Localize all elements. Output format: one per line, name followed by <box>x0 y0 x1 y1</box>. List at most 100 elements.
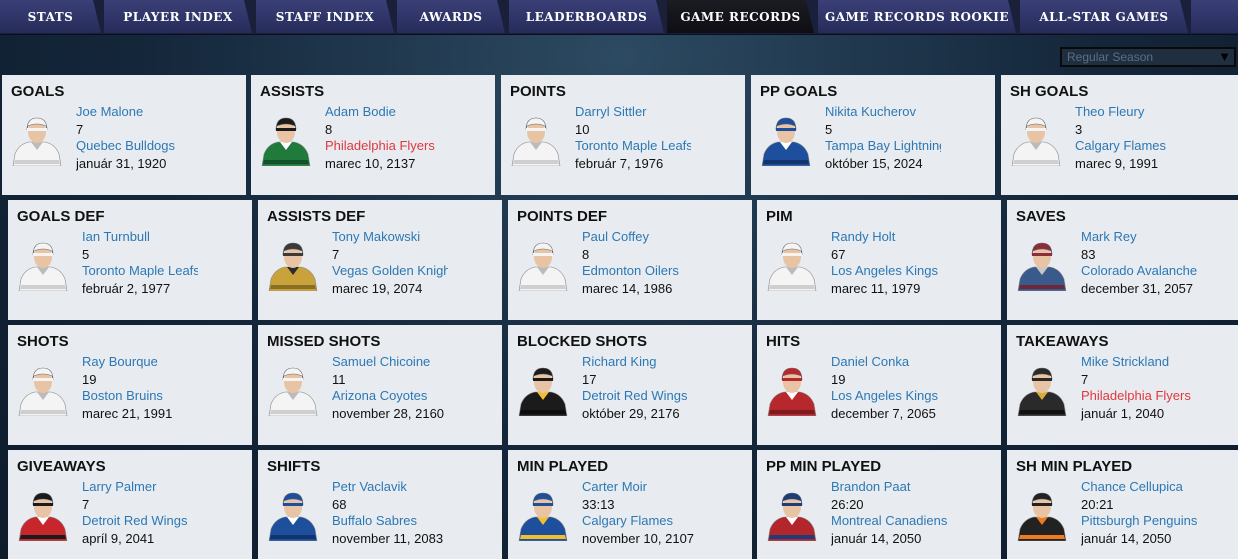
player-avatar-icon <box>1014 235 1070 292</box>
record-card: BLOCKED SHOTS Richard King 17 Detroit Re… <box>508 325 752 445</box>
record-date: január 1, 2040 <box>1081 406 1165 421</box>
record-title: TAKEAWAYS <box>1016 333 1109 350</box>
team-name-link[interactable]: Toronto Maple Leafs <box>82 263 198 278</box>
player-name-link[interactable]: Brandon Paat <box>831 479 947 494</box>
player-name-link[interactable]: Daniel Conka <box>831 354 947 369</box>
season-select-value: Regular Season <box>1067 50 1154 64</box>
record-title: SAVES <box>1016 208 1066 225</box>
tab-leaderboards[interactable]: LEADERBOARDS <box>509 0 664 33</box>
team-name-link[interactable]: Tampa Bay Lightning <box>825 138 941 153</box>
player-name-link[interactable]: Tony Makowski <box>332 229 448 244</box>
team-name-link[interactable]: Colorado Avalanche <box>1081 263 1197 278</box>
team-name-link[interactable]: Toronto Maple Leafs <box>575 138 691 153</box>
player-name-link[interactable]: Paul Coffey <box>582 229 698 244</box>
player-avatar-icon <box>515 360 571 417</box>
record-value: 20:21 <box>1081 497 1114 512</box>
player-name-link[interactable]: Ray Bourque <box>82 354 198 369</box>
record-card: GOALS Joe Malone 7 Quebec Bulldogs januá… <box>2 75 246 195</box>
season-select[interactable]: Regular Season ▼ <box>1060 47 1236 67</box>
player-name-link[interactable]: Larry Palmer <box>82 479 198 494</box>
player-name-link[interactable]: Carter Moir <box>582 479 698 494</box>
player-avatar-icon <box>15 485 71 542</box>
player-name-link[interactable]: Theo Fleury <box>1075 104 1191 119</box>
record-date: marec 21, 1991 <box>82 406 173 421</box>
record-date: október 29, 2176 <box>582 406 680 421</box>
player-name-link[interactable]: Petr Vaclavik <box>332 479 448 494</box>
player-avatar-icon <box>265 235 321 292</box>
player-avatar-icon <box>764 235 820 292</box>
tab-player-index[interactable]: PLAYER INDEX <box>104 0 252 33</box>
player-name-link[interactable]: Richard King <box>582 354 698 369</box>
record-title: MIN PLAYED <box>517 458 609 475</box>
player-name-link[interactable]: Samuel Chicoine <box>332 354 448 369</box>
team-name-link[interactable]: Montreal Canadiens <box>831 513 947 528</box>
record-title: GOALS <box>11 83 65 100</box>
team-name-link[interactable]: Edmonton Oilers <box>582 263 698 278</box>
team-name-link[interactable]: Vegas Golden Knights <box>332 263 448 278</box>
record-date: november 11, 2083 <box>332 531 444 546</box>
player-name-link[interactable]: Mike Strickland <box>1081 354 1197 369</box>
record-card: MIN PLAYED Carter Moir 33:13 Calgary Fla… <box>508 450 752 559</box>
record-card: TAKEAWAYS Mike Strickland 7 Philadelphia… <box>1007 325 1238 445</box>
record-date: apríl 9, 2041 <box>82 531 155 546</box>
team-name-link[interactable]: Arizona Coyotes <box>332 388 448 403</box>
tab-stats[interactable]: STATS <box>0 0 101 33</box>
record-card: SH GOALS Theo Fleury 3 Calgary Flames ma… <box>1001 75 1238 195</box>
tab-staff-index[interactable]: STAFF INDEX <box>256 0 394 33</box>
team-name-link[interactable]: Quebec Bulldogs <box>76 138 192 153</box>
record-value: 26:20 <box>831 497 864 512</box>
team-name-link[interactable]: Los Angeles Kings <box>831 263 947 278</box>
tab-more[interactable] <box>1191 0 1238 33</box>
record-date: november 10, 2107 <box>582 531 695 546</box>
team-name-link[interactable]: Buffalo Sabres <box>332 513 448 528</box>
player-name-link[interactable]: Chance Cellupica <box>1081 479 1197 494</box>
record-title: SHOTS <box>17 333 69 350</box>
team-name-link[interactable]: Los Angeles Kings <box>831 388 947 403</box>
record-value: 7 <box>76 122 84 137</box>
player-name-link[interactable]: Ian Turnbull <box>82 229 198 244</box>
team-name-link[interactable]: Detroit Red Wings <box>582 388 698 403</box>
team-name-link[interactable]: Pittsburgh Penguins <box>1081 513 1197 528</box>
team-name-link[interactable]: Philadelphia Flyers <box>325 138 441 153</box>
record-date: január 14, 2050 <box>831 531 922 546</box>
team-name-link[interactable]: Calgary Flames <box>582 513 698 528</box>
record-card: GOALS DEF Ian Turnbull 5 Toronto Maple L… <box>8 200 252 320</box>
record-card: SH MIN PLAYED Chance Cellupica 20:21 Pit… <box>1007 450 1238 559</box>
team-name-link[interactable]: Philadelphia Flyers <box>1081 388 1197 403</box>
record-date: december 31, 2057 <box>1081 281 1194 296</box>
record-card: SAVES Mark Rey 83 Colorado Avalanche dec… <box>1007 200 1238 320</box>
record-value: 5 <box>825 122 833 137</box>
team-name-link[interactable]: Calgary Flames <box>1075 138 1191 153</box>
player-name-link[interactable]: Mark Rey <box>1081 229 1197 244</box>
player-name-link[interactable]: Adam Bodie <box>325 104 441 119</box>
record-value: 7 <box>332 247 340 262</box>
record-value: 33:13 <box>582 497 615 512</box>
player-name-link[interactable]: Joe Malone <box>76 104 192 119</box>
record-date: január 14, 2050 <box>1081 531 1172 546</box>
record-card: PIM Randy Holt 67 Los Angeles Kings mare… <box>757 200 1001 320</box>
player-name-link[interactable]: Randy Holt <box>831 229 947 244</box>
player-avatar-icon <box>508 110 564 167</box>
record-title: SH MIN PLAYED <box>1016 458 1133 475</box>
team-name-link[interactable]: Boston Bruins <box>82 388 198 403</box>
record-value: 5 <box>82 247 90 262</box>
player-name-link[interactable]: Nikita Kucherov <box>825 104 941 119</box>
player-avatar-icon <box>764 360 820 417</box>
player-avatar-icon <box>764 485 820 542</box>
record-date: marec 19, 2074 <box>332 281 423 296</box>
top-nav: STATS PLAYER INDEX STAFF INDEX AWARDS LE… <box>0 0 1238 35</box>
record-card: GIVEAWAYS Larry Palmer 7 Detroit Red Win… <box>8 450 252 559</box>
record-title: ASSISTS <box>260 83 325 100</box>
record-value: 11 <box>332 372 346 387</box>
record-value: 17 <box>582 372 597 387</box>
player-avatar-icon <box>758 110 814 167</box>
tab-game-records-rookie[interactable]: GAME RECORDS ROOKIE <box>818 0 1016 33</box>
team-name-link[interactable]: Detroit Red Wings <box>82 513 198 528</box>
record-card: SHOTS Ray Bourque 19 Boston Bruins marec… <box>8 325 252 445</box>
record-value: 8 <box>325 122 333 137</box>
player-name-link[interactable]: Darryl Sittler <box>575 104 691 119</box>
tab-game-records[interactable]: GAME RECORDS <box>667 0 814 33</box>
tab-all-star-games[interactable]: ALL-STAR GAMES <box>1020 0 1188 33</box>
record-value: 83 <box>1081 247 1096 262</box>
tab-awards[interactable]: AWARDS <box>397 0 505 33</box>
